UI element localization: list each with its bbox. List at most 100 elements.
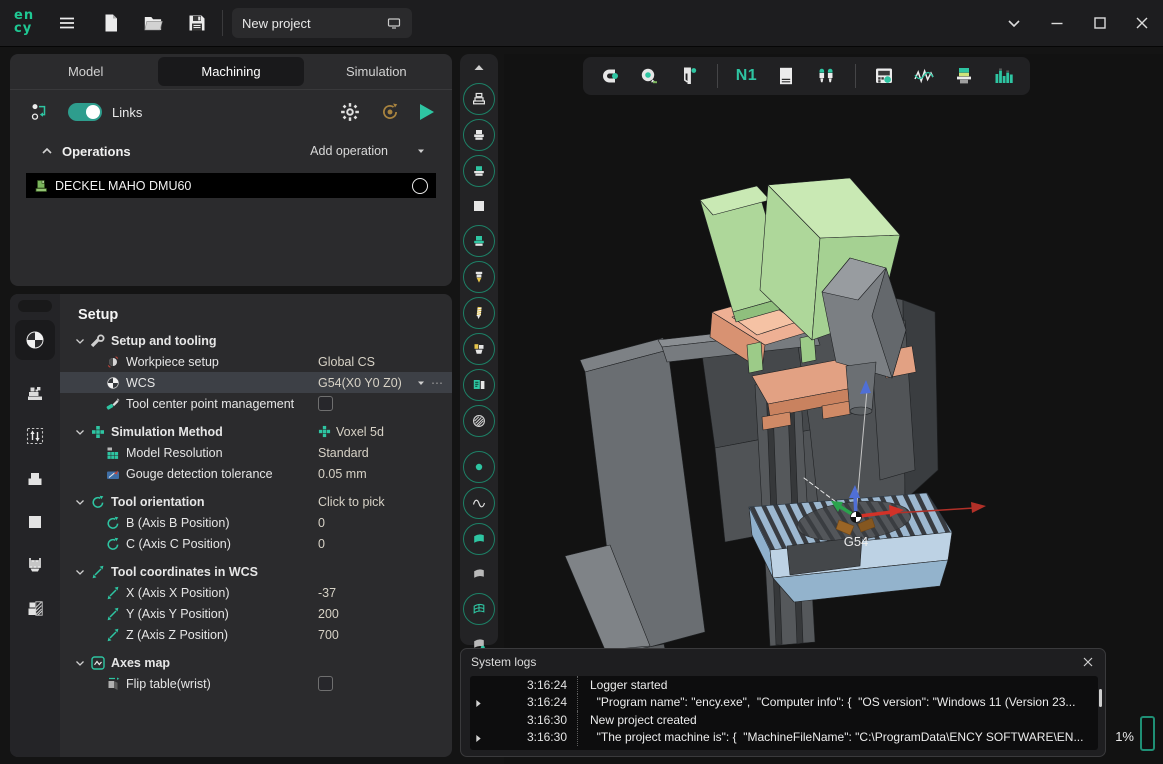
hatched-square-icon[interactable] [25,598,45,618]
expander-down-icon[interactable] [74,496,86,508]
stock-blocks-icon[interactable] [25,469,45,489]
part-stock-icon[interactable] [463,155,495,187]
tab-simulation[interactable]: Simulation [304,57,449,86]
caliper-icon[interactable] [677,63,700,89]
minimize-icon[interactable] [1046,12,1068,34]
equalizer-icon[interactable] [993,63,1016,89]
setup-row-c-axis-c-position[interactable]: C (Axis C Position)0 [60,533,452,554]
point-icon[interactable] [463,451,495,483]
diag-arrow-icon [106,628,120,642]
close-icon[interactable] [1131,12,1153,34]
setup-row-z-axis-z-position[interactable]: Z (Axis Z Position)700 [60,624,452,645]
control-doc-icon[interactable] [463,369,495,401]
log-message: "Program name": "ency.exe", "Computer in… [578,695,1075,709]
row-label: Tool coordinates in WCS [111,565,258,579]
add-operation-button[interactable]: Add operation [310,144,388,158]
row-label: Simulation Method [111,425,223,439]
tools-icon[interactable] [815,63,838,89]
menu-icon[interactable] [56,12,78,34]
new-file-icon[interactable] [100,12,122,34]
chevron-up-icon[interactable] [40,144,54,158]
tool-icon[interactable] [463,261,495,293]
setup-row-y-axis-y-position[interactable]: Y (Axis Y Position)200 [60,603,452,624]
save-icon[interactable] [186,12,208,34]
setup-row-flip-table-wrist[interactable]: Flip table(wrist) [60,673,452,694]
scroll-up-icon[interactable] [471,62,487,74]
links-toggle[interactable] [68,103,102,121]
strip-handle[interactable] [18,300,52,312]
gear-icon[interactable] [340,102,360,122]
holder-icon[interactable] [463,333,495,365]
machine-radio[interactable] [412,178,428,194]
curve-icon[interactable] [463,487,495,519]
row-value: 0.05 mm [318,467,367,481]
setup-row-simulation-method[interactable]: Simulation MethodVoxel 5d [60,421,452,442]
expander-down-icon[interactable] [74,426,86,438]
caret-down-icon[interactable] [416,146,426,156]
hatched-circle-icon[interactable] [463,405,495,437]
expand-arrow-icon[interactable] [475,697,487,708]
row-value: Global CS [318,355,375,369]
surface-gray-icon[interactable] [464,559,494,589]
sync-icon[interactable] [380,102,400,122]
drill-icon[interactable] [463,297,495,329]
setup-row-tool-center-point-management[interactable]: Tool center point management [60,393,452,414]
log-message: Logger started [578,678,667,692]
close-logs-icon[interactable] [1081,655,1095,669]
row-label: Tool orientation [111,495,205,509]
clamp-icon[interactable] [25,555,45,575]
machine-icon[interactable] [463,83,495,115]
row-label: Setup and tooling [111,334,217,348]
part-icon[interactable] [463,225,495,257]
waveform-icon[interactable] [913,63,936,89]
updown-arrows-icon[interactable] [25,426,45,446]
row-value: Standard [318,446,369,460]
machine-setup-icon[interactable] [25,383,45,403]
tab-model[interactable]: Model [13,57,158,86]
setup-row-tool-coordinates-in-wcs[interactable]: Tool coordinates in WCS [60,561,452,582]
operations-title: Operations [62,144,131,159]
row-checkbox[interactable] [318,396,333,411]
expander-down-icon[interactable] [74,335,86,347]
setup-row-axes-map[interactable]: Axes map [60,652,452,673]
setup-row-b-axis-b-position[interactable]: B (Axis B Position)0 [60,512,452,533]
stock-icon[interactable] [463,119,495,151]
nc-program-button[interactable]: N1 [735,63,758,89]
tape-measure-icon[interactable] [637,63,660,89]
side-item-selected[interactable] [15,320,55,360]
log-row: 3:16:24 "Program name": "ency.exe", "Com… [470,694,1098,712]
expander-down-icon[interactable] [74,566,86,578]
magnet-icon[interactable] [597,63,620,89]
tab-machining[interactable]: Machining [158,57,303,86]
log-row: 3:16:30New project created [470,711,1098,729]
row-value: 0 [318,537,325,551]
project-name-field[interactable]: New project [232,8,412,38]
stack-icon[interactable] [953,63,976,89]
logs-scrollbar[interactable] [1099,689,1102,707]
control-panel-icon[interactable] [873,63,896,89]
operation-machine-row[interactable]: DECKEL MAHO DMU60 [26,173,436,198]
more-options-button[interactable]: ⋯ [431,376,444,390]
setup-row-setup-and-tooling[interactable]: Setup and tooling [60,330,452,351]
setup-row-workpiece-setup[interactable]: Workpiece setupGlobal CS [60,351,452,372]
links-icon [30,102,50,122]
play-icon[interactable] [420,104,434,120]
mesh-icon[interactable] [463,593,495,625]
maximize-icon[interactable] [1089,12,1111,34]
row-checkbox[interactable] [318,676,333,691]
expander-down-icon[interactable] [74,657,86,669]
square-icon[interactable] [25,512,45,532]
setup-row-tool-orientation[interactable]: Tool orientationClick to pick [60,491,452,512]
chevron-down-icon[interactable] [1003,12,1025,34]
row-label: B (Axis B Position) [126,516,230,530]
square-white-icon[interactable] [464,191,494,221]
dropdown-caret-icon[interactable] [416,378,426,388]
expand-arrow-icon[interactable] [475,732,487,743]
setup-row-wcs[interactable]: WCSG54(X0 Y0 Z0)⋯ [60,372,452,393]
setup-row-model-resolution[interactable]: Model ResolutionStandard [60,442,452,463]
open-folder-icon[interactable] [142,12,164,34]
setup-row-gouge-detection-tolerance[interactable]: Gouge detection tolerance0.05 mm [60,463,452,484]
surface-icon[interactable] [463,523,495,555]
sheet-icon[interactable] [775,63,798,89]
setup-row-x-axis-x-position[interactable]: X (Axis X Position)-37 [60,582,452,603]
